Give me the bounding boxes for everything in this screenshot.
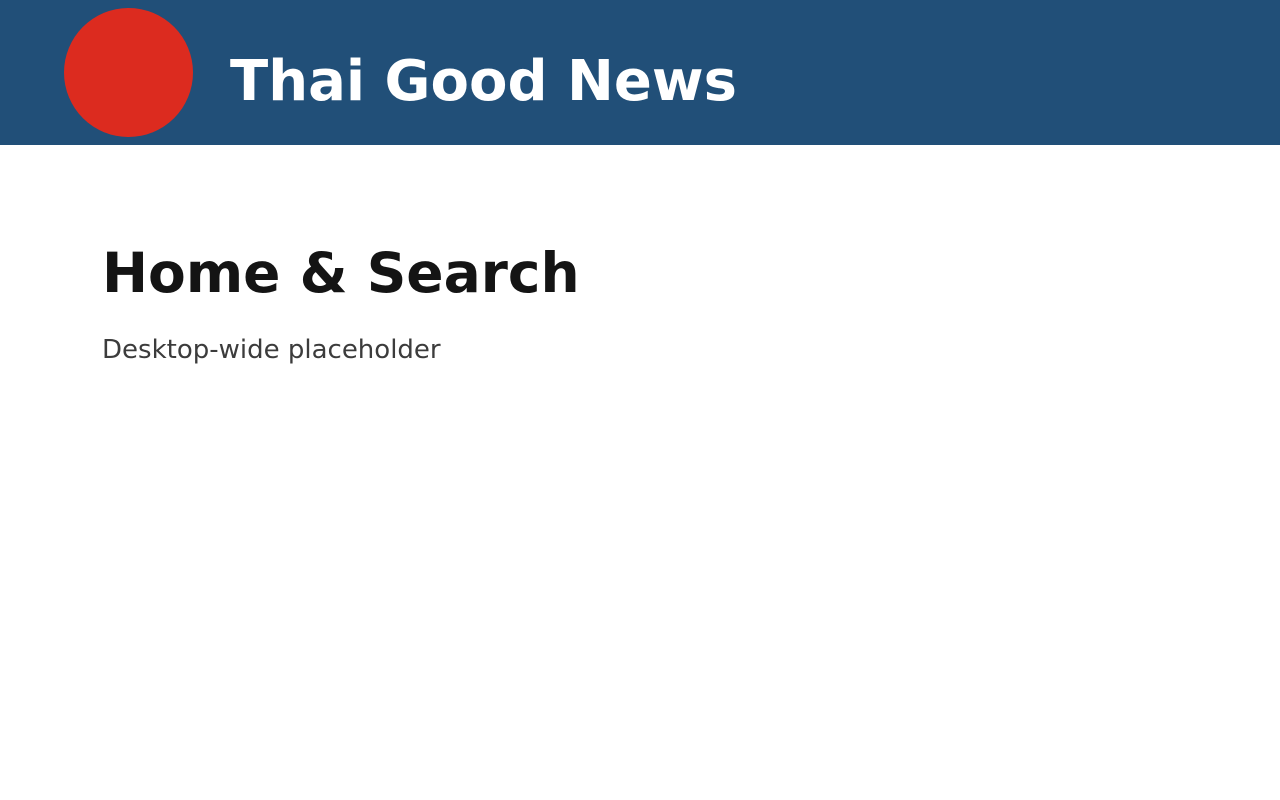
site-header: Thai Good News <box>0 0 1280 145</box>
main-content: Home & Search Desktop-wide placeholder <box>102 240 1202 366</box>
page-title: Home & Search <box>102 241 580 305</box>
site-title[interactable]: Thai Good News <box>230 50 737 114</box>
page-subtitle: Desktop-wide placeholder <box>102 335 441 365</box>
logo-icon[interactable] <box>64 8 193 137</box>
